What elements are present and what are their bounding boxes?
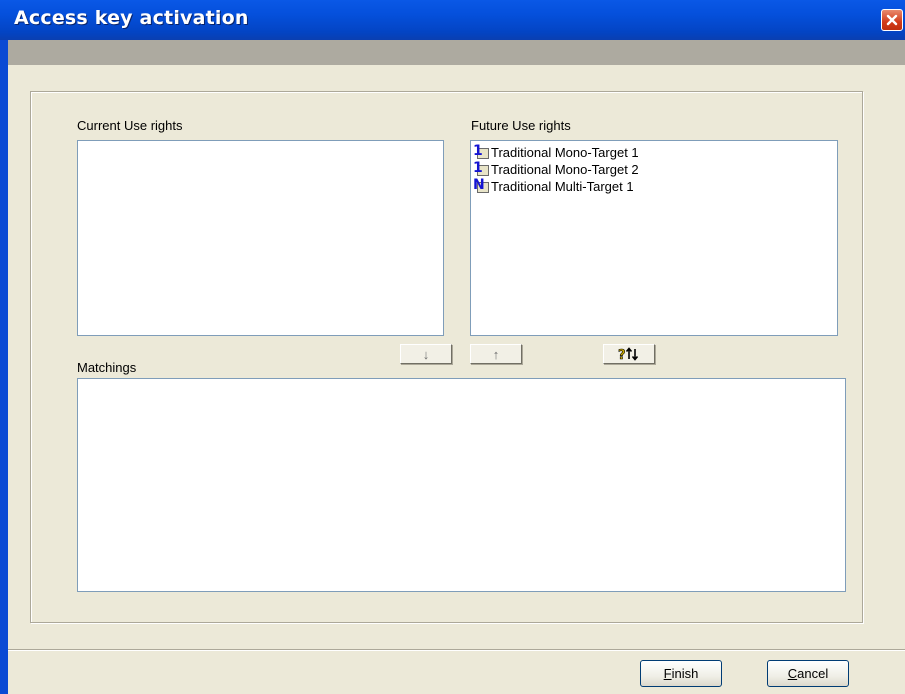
future-use-rights-label: Future Use rights bbox=[471, 118, 571, 133]
header-strip bbox=[8, 40, 905, 65]
cancel-label: ancel bbox=[797, 666, 829, 681]
list-item-label: Traditional Mono-Target 2 bbox=[491, 162, 639, 177]
close-icon bbox=[886, 14, 898, 26]
matchings-list[interactable] bbox=[77, 378, 846, 592]
window-border bbox=[0, 40, 8, 694]
move-down-button[interactable]: ↓ bbox=[400, 344, 452, 364]
move-up-button[interactable]: ↑ bbox=[470, 344, 522, 364]
mono-target-icon: 1 bbox=[473, 144, 490, 160]
finish-button[interactable]: Finish bbox=[640, 660, 722, 687]
cancel-mnemonic: C bbox=[787, 666, 798, 681]
title-bar[interactable]: Access key activation bbox=[0, 0, 905, 40]
list-item-label: Traditional Mono-Target 1 bbox=[491, 145, 639, 160]
matchings-label: Matchings bbox=[77, 360, 137, 375]
list-item[interactable]: N Traditional Multi-Target 1 bbox=[473, 178, 837, 195]
arrow-up-icon: ↑ bbox=[492, 346, 500, 362]
svg-text:?: ? bbox=[618, 348, 626, 362]
auto-match-icon: ? bbox=[618, 347, 639, 362]
list-item[interactable]: 1 Traditional Mono-Target 2 bbox=[473, 161, 837, 178]
arrow-down-icon: ↓ bbox=[422, 346, 430, 362]
finish-mnemonic: F bbox=[663, 666, 672, 681]
current-use-rights-list[interactable] bbox=[77, 140, 444, 336]
list-item[interactable]: 1 Traditional Mono-Target 1 bbox=[473, 144, 837, 161]
footer-separator bbox=[8, 649, 905, 650]
list-item-label: Traditional Multi-Target 1 bbox=[491, 179, 634, 194]
current-use-rights-label: Current Use rights bbox=[77, 118, 183, 133]
mono-target-icon: 1 bbox=[473, 161, 490, 177]
multi-target-icon: N bbox=[473, 178, 490, 194]
cancel-button[interactable]: Cancel bbox=[767, 660, 849, 687]
window-title: Access key activation bbox=[14, 7, 249, 29]
auto-match-button[interactable]: ? bbox=[603, 344, 655, 364]
future-use-rights-list[interactable]: 1 Traditional Mono-Target 1 1 Traditional M… bbox=[470, 140, 838, 336]
close-button[interactable] bbox=[881, 9, 903, 31]
finish-label: inish bbox=[671, 666, 699, 681]
